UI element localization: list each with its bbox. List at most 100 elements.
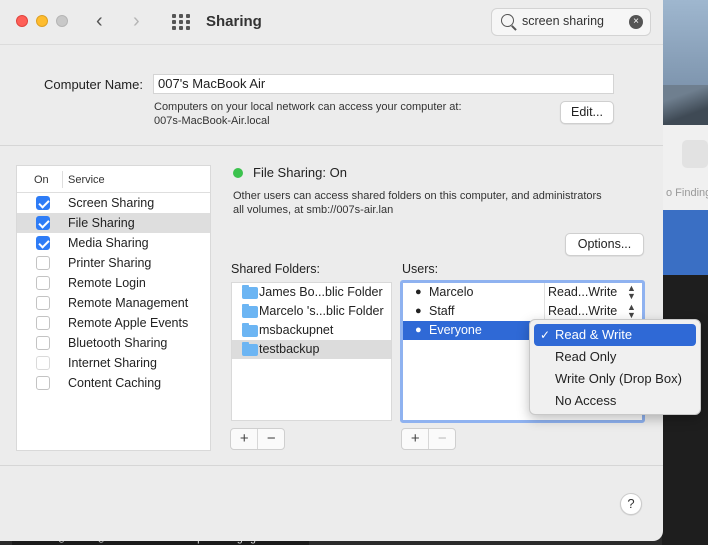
service-label: Internet Sharing <box>68 356 157 370</box>
service-row-media-sharing[interactable]: Media Sharing <box>17 233 210 253</box>
user-row-marcelo[interactable]: ● Marcelo Read...Write ▲ ▼ <box>403 283 642 302</box>
menu-item-label: Write Only (Drop Box) <box>555 371 682 386</box>
service-row-remote-apple-events[interactable]: Remote Apple Events <box>17 313 210 333</box>
add-folder-button[interactable]: + <box>231 429 257 449</box>
forward-arrow-icon[interactable]: › <box>133 10 140 33</box>
shared-folders-list: James Bo...blic Folder Marcelo 's...blic… <box>231 282 392 421</box>
service-checkbox[interactable] <box>36 376 50 390</box>
permission-popup[interactable]: Read...Write <box>548 304 617 318</box>
search-input[interactable] <box>522 14 622 28</box>
folder-label: Marcelo 's...blic Folder <box>259 304 384 318</box>
background-window: o Finding <box>662 125 708 275</box>
show-all-grid-icon[interactable] <box>172 14 190 30</box>
folder-label: James Bo...blic Folder <box>259 285 383 299</box>
menu-item-read-only[interactable]: Read Only <box>534 346 696 368</box>
computer-name-label: Computer Name: <box>44 77 143 92</box>
service-label: Screen Sharing <box>68 196 155 210</box>
service-checkbox[interactable] <box>36 336 50 350</box>
folder-icon <box>242 304 258 318</box>
service-checkbox[interactable] <box>36 196 50 210</box>
file-sharing-status: File Sharing: On <box>253 165 347 180</box>
menu-item-read-write[interactable]: ✓ Read & Write <box>534 324 696 346</box>
service-row-bluetooth-sharing[interactable]: Bluetooth Sharing <box>17 333 210 353</box>
service-checkbox[interactable] <box>36 216 50 230</box>
folders-add-remove: + − <box>230 428 285 450</box>
computer-address-note-line2: 007s-MacBook-Air.local <box>154 115 270 127</box>
folder-row[interactable]: msbackupnet <box>232 321 391 340</box>
service-row-remote-login[interactable]: Remote Login <box>17 273 210 293</box>
column-header-on[interactable]: On <box>34 174 49 186</box>
menu-item-write-only[interactable]: Write Only (Drop Box) <box>534 368 696 390</box>
folder-row[interactable]: Marcelo 's...blic Folder <box>232 302 391 321</box>
group-icon: ● <box>415 305 422 317</box>
service-label: Remote Apple Events <box>68 316 189 330</box>
service-checkbox[interactable] <box>36 316 50 330</box>
remove-folder-button[interactable]: − <box>257 429 284 449</box>
everyone-icon: ● <box>415 324 422 336</box>
options-button[interactable]: Options... <box>565 233 644 256</box>
clear-search-icon[interactable]: × <box>629 15 643 29</box>
service-label: Bluetooth Sharing <box>68 336 168 350</box>
service-checkbox[interactable] <box>36 276 50 290</box>
background-finder-text: o Finding <box>666 187 708 199</box>
user-label: Staff <box>429 304 455 318</box>
search-field[interactable]: × <box>491 8 651 36</box>
service-checkbox[interactable] <box>36 236 50 250</box>
service-label: Remote Management <box>68 296 189 310</box>
service-checkbox[interactable] <box>36 256 50 270</box>
computer-address-note: Computers on your local network can acce… <box>154 100 462 128</box>
up-down-arrows-icon: ▲ ▼ <box>627 302 636 320</box>
remove-user-button[interactable]: − <box>428 429 455 449</box>
service-checkbox[interactable] <box>36 296 50 310</box>
person-icon: ● <box>415 286 422 298</box>
service-list: On Service Screen Sharing File Sharing M… <box>16 165 211 451</box>
bottom-divider <box>0 465 663 466</box>
folder-label: msbackupnet <box>259 323 334 337</box>
folder-row[interactable]: testbackup <box>232 340 391 359</box>
service-list-header: On Service <box>17 166 210 193</box>
menu-item-label: Read & Write <box>555 327 633 342</box>
search-icon <box>501 14 514 27</box>
service-row-screen-sharing[interactable]: Screen Sharing <box>17 193 210 213</box>
edit-button[interactable]: Edit... <box>560 101 614 124</box>
menu-item-no-access[interactable]: No Access <box>534 390 696 412</box>
users-add-remove: + − <box>401 428 456 450</box>
user-label: Everyone <box>429 323 482 337</box>
desktop-wallpaper <box>662 0 708 125</box>
checkmark-icon: ✓ <box>540 328 551 342</box>
computer-address-note-line1: Computers on your local network can acce… <box>154 101 462 113</box>
close-window-button[interactable] <box>16 15 28 27</box>
folder-icon <box>242 342 258 356</box>
help-button[interactable]: ? <box>620 493 642 515</box>
zoom-window-button[interactable] <box>56 15 68 27</box>
service-checkbox[interactable] <box>36 356 50 370</box>
computer-name-field[interactable]: 007's MacBook Air <box>153 74 614 94</box>
status-indicator-dot <box>233 168 243 178</box>
titlebar-divider <box>0 44 663 45</box>
file-sharing-description-line2: all volumes, at smb://007s-air.lan <box>233 204 394 216</box>
folder-label: testbackup <box>259 342 320 356</box>
column-header-service[interactable]: Service <box>68 174 105 186</box>
file-sharing-description: Other users can access shared folders on… <box>233 189 643 217</box>
service-row-remote-management[interactable]: Remote Management <box>17 293 210 313</box>
file-sharing-description-line1: Other users can access shared folders on… <box>233 190 602 202</box>
service-row-internet-sharing[interactable]: Internet Sharing <box>17 353 210 373</box>
sharing-window: ‹ › Sharing × Computer Name: 007's MacBo… <box>0 0 663 541</box>
user-label: Marcelo <box>429 285 474 299</box>
minimize-window-button[interactable] <box>36 15 48 27</box>
window-title: Sharing <box>206 13 262 30</box>
service-label: Printer Sharing <box>68 256 152 270</box>
menu-item-label: Read Only <box>555 349 617 364</box>
permission-popup[interactable]: Read...Write <box>548 285 617 299</box>
back-arrow-icon[interactable]: ‹ <box>96 10 103 33</box>
menu-item-label: No Access <box>555 393 617 408</box>
folder-icon <box>242 323 258 337</box>
add-user-button[interactable]: + <box>402 429 428 449</box>
section-divider <box>0 145 663 146</box>
service-label: File Sharing <box>68 216 135 230</box>
folder-row[interactable]: James Bo...blic Folder <box>232 283 391 302</box>
service-row-content-caching[interactable]: Content Caching <box>17 373 210 393</box>
service-row-printer-sharing[interactable]: Printer Sharing <box>17 253 210 273</box>
service-row-file-sharing[interactable]: File Sharing <box>17 213 210 233</box>
users-label: Users: <box>402 262 439 276</box>
